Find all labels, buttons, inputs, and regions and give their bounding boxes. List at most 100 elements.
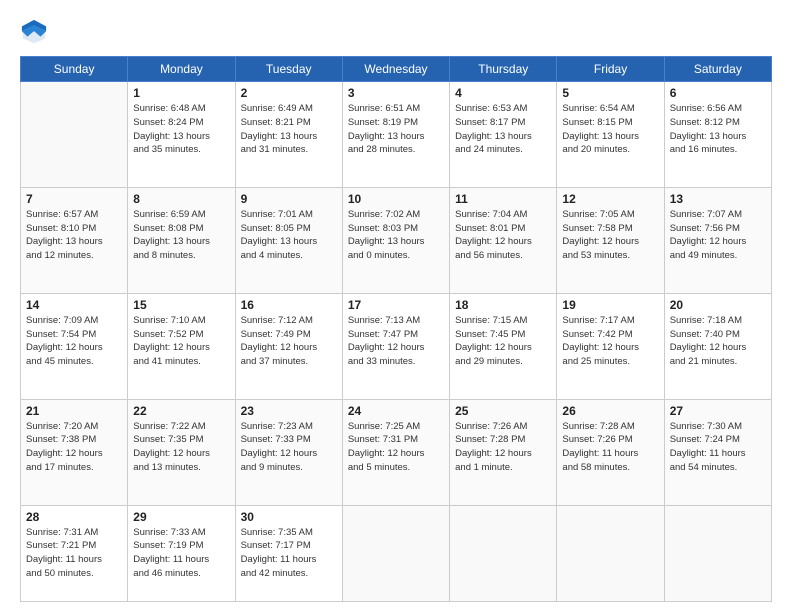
day-info: Sunrise: 6:53 AM Sunset: 8:17 PM Dayligh… xyxy=(455,102,551,157)
week-row-3: 14 Sunrise: 7:09 AM Sunset: 7:54 PM Dayli… xyxy=(21,293,772,399)
calendar-cell: 6Sunrise: 6:56 AM Sunset: 8:12 PM Daylig… xyxy=(664,82,771,188)
day-number: 15 xyxy=(133,298,229,312)
day-info: Sunrise: 7:10 AM Sunset: 7:52 PM Dayligh… xyxy=(133,314,229,369)
calendar-cell: 24 Sunrise: 7:25 AM Sunset: 7:31 PM Dayli… xyxy=(342,399,449,505)
calendar-cell: 14 Sunrise: 7:09 AM Sunset: 7:54 PM Dayli… xyxy=(21,293,128,399)
day-number: 12 xyxy=(562,192,658,206)
day-number: 25 xyxy=(455,404,551,418)
day-number: 18 xyxy=(455,298,551,312)
day-info: Sunrise: 7:04 AM Sunset: 8:01 PM Dayligh… xyxy=(455,208,551,263)
day-info: Sunrise: 7:18 AM Sunset: 7:40 PM Dayligh… xyxy=(670,314,766,369)
calendar-cell: 29 Sunrise: 7:33 AM Sunset: 7:19 PM Dayli… xyxy=(128,505,235,601)
calendar-cell: 8Sunrise: 6:59 AM Sunset: 8:08 PM Daylig… xyxy=(128,187,235,293)
calendar-cell: 5 Sunrise: 6:54 AM Sunset: 8:15 PM Daylig… xyxy=(557,82,664,188)
weekday-header-wednesday: Wednesday xyxy=(342,57,449,82)
day-info: Sunrise: 7:05 AM Sunset: 7:58 PM Dayligh… xyxy=(562,208,658,263)
calendar-cell: 3 Sunrise: 6:51 AM Sunset: 8:19 PM Daylig… xyxy=(342,82,449,188)
calendar-table: SundayMondayTuesdayWednesdayThursdayFrid… xyxy=(20,56,772,602)
calendar-cell: 11 Sunrise: 7:04 AM Sunset: 8:01 PM Dayli… xyxy=(450,187,557,293)
day-info: Sunrise: 6:51 AM Sunset: 8:19 PM Dayligh… xyxy=(348,102,444,157)
day-number: 7 xyxy=(26,192,122,206)
weekday-header-row: SundayMondayTuesdayWednesdayThursdayFrid… xyxy=(21,57,772,82)
day-info: Sunrise: 7:22 AM Sunset: 7:35 PM Dayligh… xyxy=(133,420,229,475)
day-info: Sunrise: 7:33 AM Sunset: 7:19 PM Dayligh… xyxy=(133,526,229,581)
day-info: Sunrise: 7:25 AM Sunset: 7:31 PM Dayligh… xyxy=(348,420,444,475)
calendar-cell: 20 Sunrise: 7:18 AM Sunset: 7:40 PM Dayli… xyxy=(664,293,771,399)
weekday-header-monday: Monday xyxy=(128,57,235,82)
day-number: 27 xyxy=(670,404,766,418)
day-info: Sunrise: 7:02 AM Sunset: 8:03 PM Dayligh… xyxy=(348,208,444,263)
day-number: 21 xyxy=(26,404,122,418)
day-info: Sunrise: 7:07 AM Sunset: 7:56 PM Dayligh… xyxy=(670,208,766,263)
calendar-cell: 28 Sunrise: 7:31 AM Sunset: 7:21 PM Dayli… xyxy=(21,505,128,601)
calendar-cell xyxy=(557,505,664,601)
calendar-cell xyxy=(450,505,557,601)
calendar-cell: 18 Sunrise: 7:15 AM Sunset: 7:45 PM Dayli… xyxy=(450,293,557,399)
calendar-cell: 15 Sunrise: 7:10 AM Sunset: 7:52 PM Dayli… xyxy=(128,293,235,399)
weekday-header-thursday: Thursday xyxy=(450,57,557,82)
calendar-cell: 10Sunrise: 7:02 AM Sunset: 8:03 PM Dayli… xyxy=(342,187,449,293)
day-number: 20 xyxy=(670,298,766,312)
day-info: Sunrise: 7:20 AM Sunset: 7:38 PM Dayligh… xyxy=(26,420,122,475)
calendar-cell xyxy=(664,505,771,601)
day-number: 3 xyxy=(348,86,444,100)
calendar-cell: 23Sunrise: 7:23 AM Sunset: 7:33 PM Dayli… xyxy=(235,399,342,505)
calendar-cell: 25 Sunrise: 7:26 AM Sunset: 7:28 PM Dayli… xyxy=(450,399,557,505)
day-number: 11 xyxy=(455,192,551,206)
day-info: Sunrise: 7:01 AM Sunset: 8:05 PM Dayligh… xyxy=(241,208,337,263)
calendar-cell: 1Sunrise: 6:48 AM Sunset: 8:24 PM Daylig… xyxy=(128,82,235,188)
day-number: 24 xyxy=(348,404,444,418)
day-number: 1 xyxy=(133,86,229,100)
week-row-4: 21 Sunrise: 7:20 AM Sunset: 7:38 PM Dayli… xyxy=(21,399,772,505)
calendar-cell: 30 Sunrise: 7:35 AM Sunset: 7:17 PM Dayli… xyxy=(235,505,342,601)
header xyxy=(20,18,772,46)
week-row-2: 7 Sunrise: 6:57 AM Sunset: 8:10 PM Daylig… xyxy=(21,187,772,293)
logo-icon xyxy=(20,18,48,46)
day-number: 6 xyxy=(670,86,766,100)
day-info: Sunrise: 7:13 AM Sunset: 7:47 PM Dayligh… xyxy=(348,314,444,369)
calendar-cell: 12 Sunrise: 7:05 AM Sunset: 7:58 PM Dayli… xyxy=(557,187,664,293)
day-info: Sunrise: 7:30 AM Sunset: 7:24 PM Dayligh… xyxy=(670,420,766,475)
calendar-cell: 22 Sunrise: 7:22 AM Sunset: 7:35 PM Dayli… xyxy=(128,399,235,505)
calendar-cell xyxy=(342,505,449,601)
calendar-cell: 26 Sunrise: 7:28 AM Sunset: 7:26 PM Dayli… xyxy=(557,399,664,505)
day-number: 28 xyxy=(26,510,122,524)
weekday-header-friday: Friday xyxy=(557,57,664,82)
day-info: Sunrise: 7:26 AM Sunset: 7:28 PM Dayligh… xyxy=(455,420,551,475)
day-number: 30 xyxy=(241,510,337,524)
day-info: Sunrise: 6:49 AM Sunset: 8:21 PM Dayligh… xyxy=(241,102,337,157)
calendar-cell: 27 Sunrise: 7:30 AM Sunset: 7:24 PM Dayli… xyxy=(664,399,771,505)
day-info: Sunrise: 6:54 AM Sunset: 8:15 PM Dayligh… xyxy=(562,102,658,157)
calendar-cell: 17 Sunrise: 7:13 AM Sunset: 7:47 PM Dayli… xyxy=(342,293,449,399)
day-info: Sunrise: 7:23 AM Sunset: 7:33 PM Dayligh… xyxy=(241,420,337,475)
weekday-header-tuesday: Tuesday xyxy=(235,57,342,82)
day-number: 22 xyxy=(133,404,229,418)
week-row-5: 28 Sunrise: 7:31 AM Sunset: 7:21 PM Dayli… xyxy=(21,505,772,601)
day-info: Sunrise: 7:15 AM Sunset: 7:45 PM Dayligh… xyxy=(455,314,551,369)
day-number: 16 xyxy=(241,298,337,312)
calendar-cell: 13 Sunrise: 7:07 AM Sunset: 7:56 PM Dayli… xyxy=(664,187,771,293)
logo xyxy=(20,18,52,46)
day-number: 5 xyxy=(562,86,658,100)
day-info: Sunrise: 7:12 AM Sunset: 7:49 PM Dayligh… xyxy=(241,314,337,369)
day-info: Sunrise: 6:57 AM Sunset: 8:10 PM Dayligh… xyxy=(26,208,122,263)
calendar-cell: 21 Sunrise: 7:20 AM Sunset: 7:38 PM Dayli… xyxy=(21,399,128,505)
day-info: Sunrise: 7:31 AM Sunset: 7:21 PM Dayligh… xyxy=(26,526,122,581)
day-number: 13 xyxy=(670,192,766,206)
day-info: Sunrise: 7:35 AM Sunset: 7:17 PM Dayligh… xyxy=(241,526,337,581)
day-number: 2 xyxy=(241,86,337,100)
day-number: 4 xyxy=(455,86,551,100)
day-number: 17 xyxy=(348,298,444,312)
day-number: 29 xyxy=(133,510,229,524)
day-number: 14 xyxy=(26,298,122,312)
day-number: 19 xyxy=(562,298,658,312)
day-info: Sunrise: 7:28 AM Sunset: 7:26 PM Dayligh… xyxy=(562,420,658,475)
week-row-1: 1Sunrise: 6:48 AM Sunset: 8:24 PM Daylig… xyxy=(21,82,772,188)
page: SundayMondayTuesdayWednesdayThursdayFrid… xyxy=(0,0,792,612)
day-number: 26 xyxy=(562,404,658,418)
day-info: Sunrise: 7:09 AM Sunset: 7:54 PM Dayligh… xyxy=(26,314,122,369)
day-info: Sunrise: 6:59 AM Sunset: 8:08 PM Dayligh… xyxy=(133,208,229,263)
day-number: 9 xyxy=(241,192,337,206)
calendar-cell: 19Sunrise: 7:17 AM Sunset: 7:42 PM Dayli… xyxy=(557,293,664,399)
weekday-header-sunday: Sunday xyxy=(21,57,128,82)
